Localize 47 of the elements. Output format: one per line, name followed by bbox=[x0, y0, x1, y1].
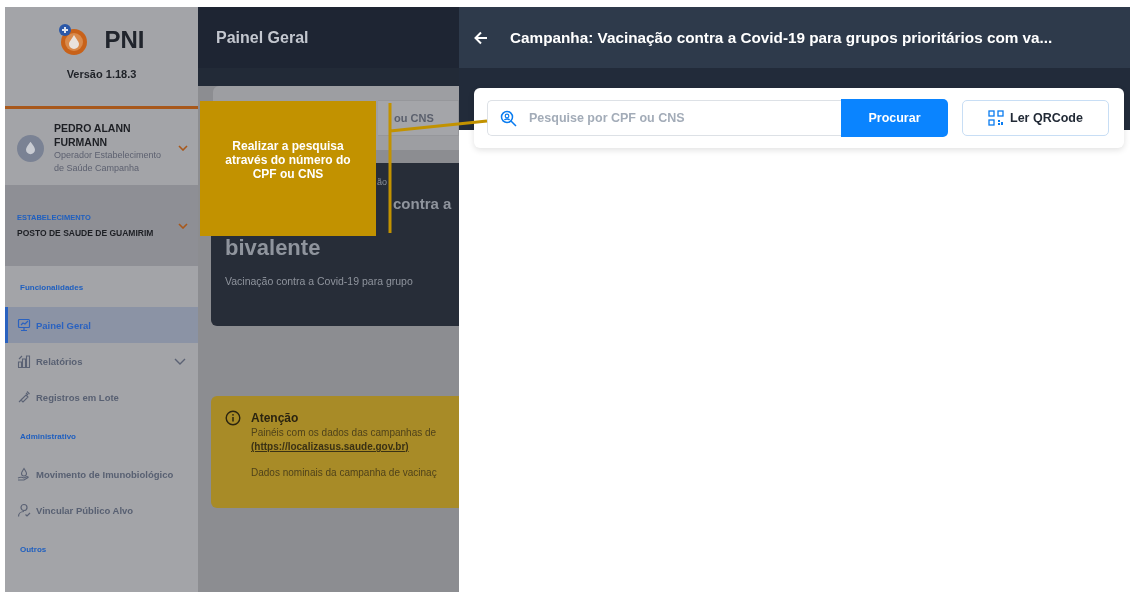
nav-item[interactable]: Registros em Lote bbox=[5, 379, 198, 415]
bar-chart-icon bbox=[17, 354, 31, 368]
back-arrow-icon[interactable] bbox=[474, 30, 488, 45]
placeholder-text: ou CNS bbox=[394, 112, 434, 124]
nav-item[interactable]: Movimento de Imunobiológico bbox=[5, 456, 198, 492]
qr-code-icon bbox=[988, 110, 1005, 126]
campaign-subtitle: Vacinação contra a Covid-19 para grupo bbox=[225, 275, 414, 287]
panel-title: Campanha: Vacinação contra a Covid-19 para grupos prioritários com va... bbox=[510, 28, 1053, 47]
search-field[interactable]: ou CNS bbox=[378, 100, 459, 136]
chevron-down-icon[interactable] bbox=[178, 222, 188, 229]
establishment-name: POSTO DE SAUDE DE GUAMIRIM bbox=[17, 228, 155, 238]
section-title: Administrativo bbox=[19, 431, 77, 443]
chevron-down-icon bbox=[174, 357, 186, 365]
notice-title: Atenção bbox=[251, 411, 299, 425]
search-button[interactable]: Procurar bbox=[841, 99, 948, 137]
nav-label: Relatórios bbox=[36, 355, 84, 367]
qrcode-button[interactable]: Ler QRCode bbox=[962, 100, 1109, 136]
notice-text: Painéis com os dados das campanhas de bbox=[250, 426, 438, 440]
syringe-icon bbox=[17, 390, 31, 404]
user-role: Operador Estabelecimento de Saúde Campanha bbox=[54, 149, 163, 175]
section-title: Outros bbox=[19, 544, 48, 556]
nav-item[interactable]: Painel Geral bbox=[5, 307, 198, 343]
user-check-icon bbox=[17, 503, 31, 517]
chevron-down-icon[interactable] bbox=[178, 145, 188, 151]
nav-item[interactable]: Relatórios bbox=[5, 343, 198, 379]
notice-link[interactable]: (https://localizasus.saude.gov.br) bbox=[225, 440, 459, 454]
logo-text: PNI bbox=[104, 25, 145, 54]
campaign-heading: contra a bbox=[392, 194, 453, 214]
campaign-label: ão bbox=[376, 177, 388, 187]
search-field[interactable]: Pesquise por CPF ou CNS bbox=[487, 100, 841, 136]
nav-item[interactable]: Vincular Público Alvo bbox=[5, 492, 198, 528]
campaign-heading: bivalente bbox=[225, 235, 322, 261]
search-user-icon bbox=[500, 109, 517, 127]
section-title: Funcionalidades bbox=[19, 282, 85, 294]
hand-drop-icon bbox=[17, 467, 31, 481]
monitor-icon bbox=[17, 318, 31, 332]
nav-label: Vincular Público Alvo bbox=[36, 504, 135, 516]
info-icon bbox=[225, 410, 241, 426]
nav-label: Painel Geral bbox=[36, 319, 92, 331]
nav-label: Registros em Lote bbox=[36, 391, 120, 403]
avatar-icon bbox=[17, 134, 44, 162]
user-name: PEDRO ALANN FURMANN bbox=[54, 121, 132, 149]
page-title: Painel Geral bbox=[216, 28, 309, 47]
search-input[interactable]: Pesquise por CPF ou CNS bbox=[527, 110, 841, 126]
nav-label: Movimento de Imunobiológico bbox=[36, 468, 175, 480]
notice-text: Dados nominais da campanha de vacinaç bbox=[250, 466, 438, 480]
callout-text: Realizar a pesquisa através do número do CPF ou CNS bbox=[224, 138, 352, 181]
